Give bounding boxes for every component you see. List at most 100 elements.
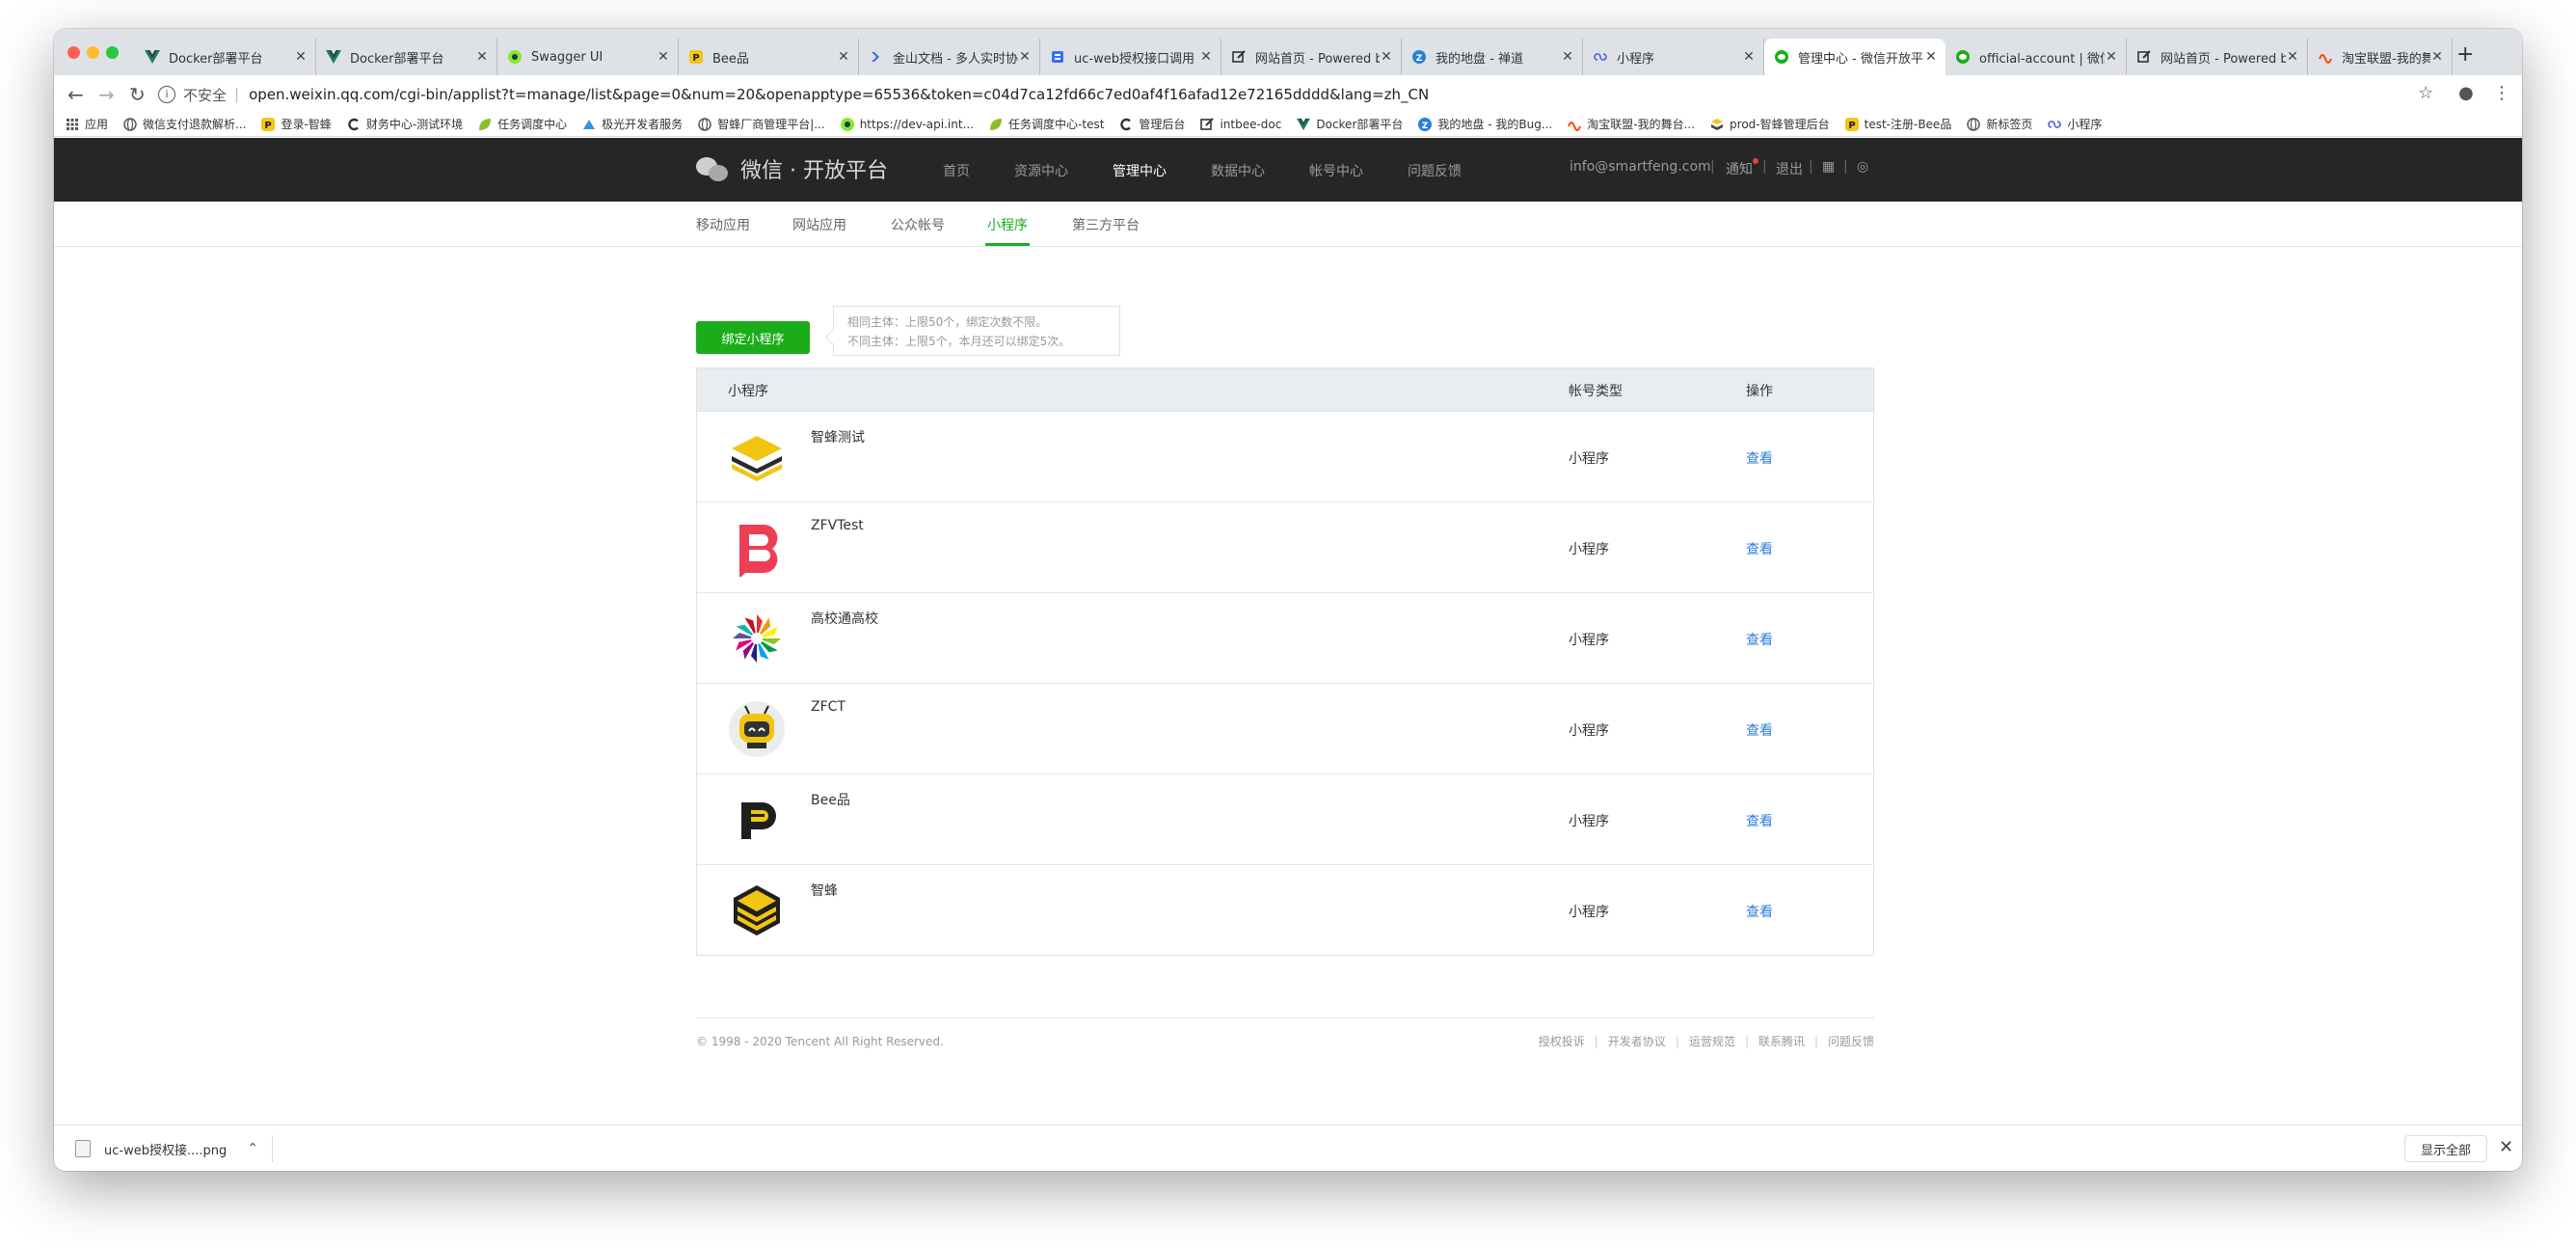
footer-link[interactable]: 授权投诉 <box>1539 1033 1585 1049</box>
download-item[interactable]: uc-web授权接....png ⌃ <box>69 1135 273 1162</box>
browser-tab[interactable]: 网站首页 - Powered by ✕ <box>2127 39 2308 75</box>
user-email[interactable]: info@smartfeng.com <box>1570 159 1711 175</box>
bookmark-item[interactable]: https://dev-api.int... <box>840 117 974 131</box>
vue-v-icon <box>326 49 341 65</box>
bookmark-item[interactable]: Z 我的地盘 - 我的Bug... <box>1418 116 1552 132</box>
menu-kebab-icon[interactable]: ⋮ <box>2493 83 2510 103</box>
chevron-up-icon[interactable]: ⌃ <box>247 1141 258 1156</box>
qrcode-icon[interactable]: ▦ <box>1822 159 1835 175</box>
bookmark-item[interactable]: 应用 <box>66 116 108 132</box>
bee-hex-icon <box>728 882 786 939</box>
bookmark-item[interactable]: Docker部署平台 <box>1297 116 1403 132</box>
bookmark-item[interactable]: 财务中心-测试环境 <box>347 116 463 132</box>
view-link[interactable]: 查看 <box>1746 448 1773 468</box>
close-tab-icon[interactable]: ✕ <box>837 49 850 65</box>
new-tab-button[interactable]: + <box>2456 42 2474 67</box>
bookmark-item[interactable]: 小程序 <box>2048 116 2102 132</box>
file-icon <box>75 1140 91 1157</box>
nav-item[interactable]: 帐号中心 <box>1309 161 1363 180</box>
browser-tab[interactable]: Docker部署平台 ✕ <box>316 39 497 75</box>
browser-tab[interactable]: uc-web授权接口调用 ✕ <box>1040 39 1221 75</box>
star-bookmark-icon[interactable]: ☆ <box>2418 83 2433 103</box>
view-link[interactable]: 查看 <box>1746 811 1773 830</box>
browser-tab[interactable]: Docker部署平台 ✕ <box>135 39 316 75</box>
close-tab-icon[interactable]: ✕ <box>1742 49 1756 65</box>
subnav-tab[interactable]: 第三方平台 <box>1072 215 1140 234</box>
subnav-tab[interactable]: 移动应用 <box>696 215 750 234</box>
nav-item[interactable]: 首页 <box>943 161 970 180</box>
browser-tab[interactable]: official-account | 微信 ✕ <box>1945 39 2127 75</box>
bookmark-item[interactable]: 智蜂厂商管理平台|... <box>698 116 825 132</box>
close-tab-icon[interactable]: ✕ <box>2286 49 2299 65</box>
taobao-icon <box>2318 49 2333 65</box>
close-tab-icon[interactable]: ✕ <box>2105 49 2118 65</box>
browser-tab[interactable]: 管理中心 - 微信开放平台 ✕ <box>1764 39 1945 75</box>
nav-item[interactable]: 管理中心 <box>1113 161 1167 180</box>
close-downloads-icon[interactable]: ✕ <box>2499 1137 2513 1157</box>
browser-tab[interactable]: P Bee品 ✕ <box>679 39 859 75</box>
close-tab-icon[interactable]: ✕ <box>294 49 308 65</box>
bookmark-item[interactable]: 新标签页 <box>1967 116 2032 132</box>
browser-tab[interactable]: 淘宝联盟-我的舞台✕ <box>2308 39 2453 75</box>
nav-item[interactable]: 资源中心 <box>1014 161 1068 180</box>
subnav-tab[interactable]: 公众帐号 <box>891 215 945 234</box>
browser-tab[interactable]: 网站首页 - Powered by ✕ <box>1221 39 1402 75</box>
view-link[interactable]: 查看 <box>1746 720 1773 740</box>
close-tab-icon[interactable]: ✕ <box>1199 49 1213 65</box>
subnav-tab[interactable]: 网站应用 <box>792 215 846 234</box>
address-bar[interactable]: i 不安全 | open.weixin.qq.com/cgi-bin/appli… <box>158 80 2375 109</box>
globe-icon[interactable]: ◎ <box>1857 159 1868 175</box>
nav-item[interactable]: 数据中心 <box>1211 161 1265 180</box>
footer-link[interactable]: 运营规范 <box>1689 1033 1735 1049</box>
minimize-window-button[interactable] <box>87 46 99 59</box>
view-link[interactable]: 查看 <box>1746 539 1773 558</box>
close-tab-icon[interactable]: ✕ <box>2430 49 2444 65</box>
bee-stack-icon <box>1710 118 1724 131</box>
brand-logo[interactable]: 微信 · 开放平台 <box>696 153 888 184</box>
subnav-tab[interactable]: 小程序 <box>987 215 1028 234</box>
bookmark-item[interactable]: 极光开发者服务 <box>582 116 683 132</box>
miniprogram-icon <box>1593 49 1608 65</box>
browser-tab[interactable]: 金山文档 - 多人实时协 ✕ <box>859 39 1040 75</box>
bookmark-item[interactable]: P 登录-智蜂 <box>261 116 332 132</box>
footer-link[interactable]: 问题反馈 <box>1828 1033 1874 1049</box>
account-type: 小程序 <box>1569 633 1609 648</box>
browser-tab[interactable]: Swagger UI ✕ <box>497 39 679 75</box>
browser-tab[interactable]: Z 我的地盘 - 禅道 ✕ <box>1402 39 1583 75</box>
nav-item[interactable]: 问题反馈 <box>1408 161 1462 180</box>
logout-link[interactable]: 退出 <box>1776 159 1803 178</box>
close-tab-icon[interactable]: ✕ <box>1924 49 1938 65</box>
bookmark-item[interactable]: intbee-doc <box>1200 118 1281 131</box>
footer-link[interactable]: 开发者协议 <box>1608 1033 1666 1049</box>
bookmark-item[interactable]: 任务调度中心-test <box>989 116 1104 132</box>
maximize-window-button[interactable] <box>106 46 119 59</box>
close-tab-icon[interactable]: ✕ <box>657 49 670 65</box>
bookmark-item[interactable]: 微信支付退款解析... <box>123 116 246 132</box>
close-tab-icon[interactable]: ✕ <box>475 49 489 65</box>
bind-miniprogram-button[interactable]: 绑定小程序 <box>696 321 810 354</box>
bookmark-item[interactable]: Ptest-注册-Bee品 <box>1844 116 1951 132</box>
footer-link[interactable]: 联系腾讯 <box>1758 1033 1805 1049</box>
notify-link[interactable]: 通知 <box>1726 159 1753 178</box>
notification-dot <box>1753 158 1758 164</box>
url-text[interactable]: open.weixin.qq.com/cgi-bin/applist?t=man… <box>249 86 1429 103</box>
swagger-icon <box>840 117 854 131</box>
bookmark-item[interactable]: 任务调度中心 <box>478 116 567 132</box>
close-window-button[interactable] <box>67 46 80 59</box>
forward-arrow-icon[interactable]: → <box>98 83 115 106</box>
browser-tab[interactable]: 小程序 ✕ <box>1583 39 1764 75</box>
close-tab-icon[interactable]: ✕ <box>1561 49 1574 65</box>
bookmark-item[interactable]: prod-智蜂管理后台 <box>1710 116 1830 132</box>
bookmark-item[interactable]: 管理后台 <box>1119 116 1185 132</box>
close-tab-icon[interactable]: ✕ <box>1018 49 1032 65</box>
info-icon[interactable]: i <box>158 86 175 103</box>
back-arrow-icon[interactable]: ← <box>67 83 84 106</box>
view-link[interactable]: 查看 <box>1746 630 1773 649</box>
close-tab-icon[interactable]: ✕ <box>1380 49 1393 65</box>
bookmark-item[interactable]: 淘宝联盟-我的舞台... <box>1568 116 1695 132</box>
reload-icon[interactable]: ↻ <box>129 83 146 106</box>
zentao-icon: Z <box>1418 117 1433 131</box>
profile-avatar-icon[interactable]: ● <box>2458 83 2474 103</box>
show-all-downloads-button[interactable]: 显示全部 <box>2404 1135 2487 1162</box>
view-link[interactable]: 查看 <box>1746 902 1773 921</box>
